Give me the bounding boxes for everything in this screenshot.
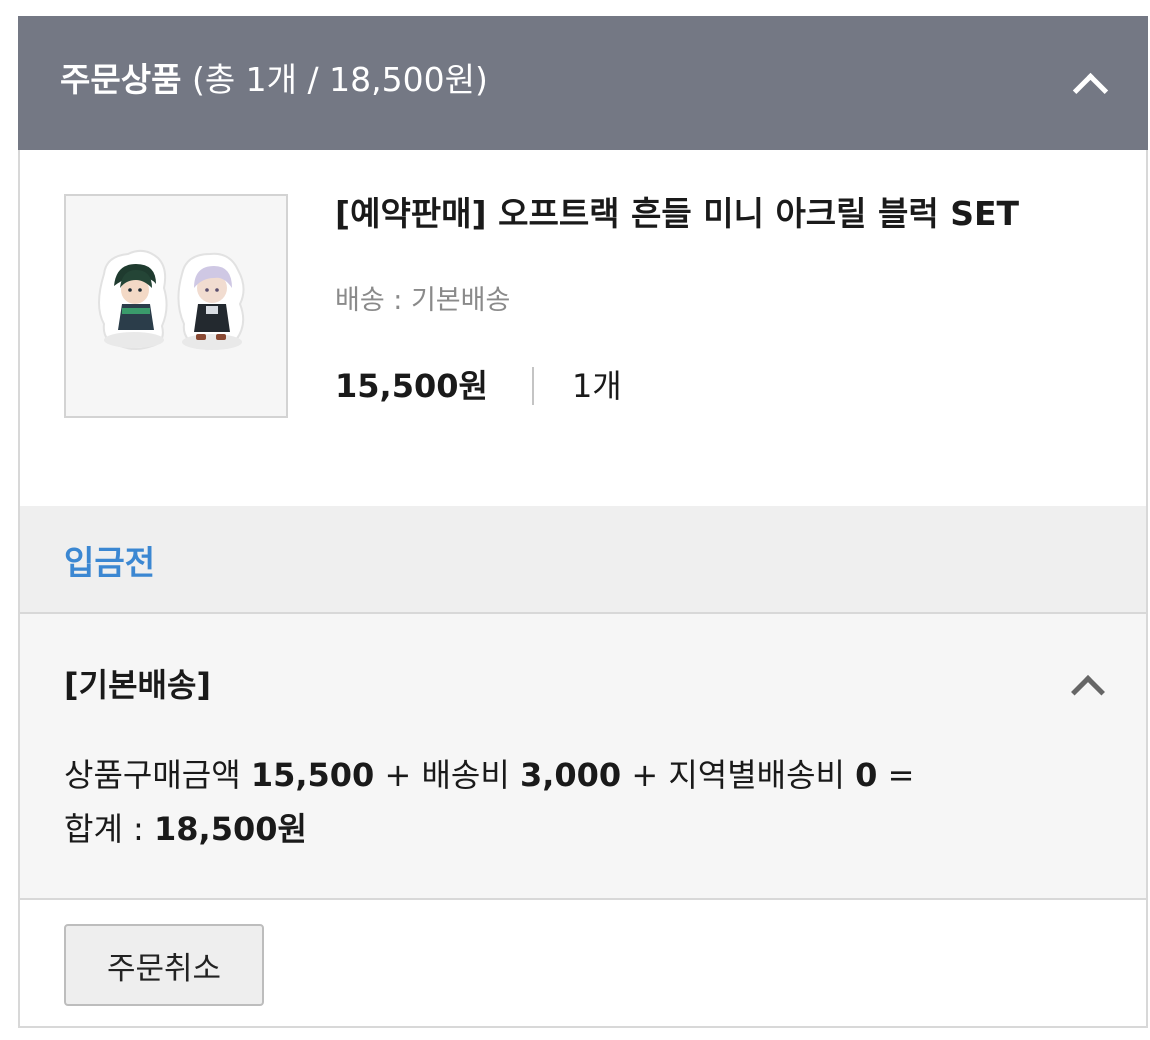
chevron-up-icon [1072, 72, 1109, 109]
collapse-delivery-button[interactable] [1060, 658, 1116, 714]
product-row: [예약판매] 오프트랙 흔들 미니 아크릴 블럭 SET 배송 : 기본배송 1… [20, 150, 1146, 506]
shipping-fee: 3,000 [519, 756, 622, 794]
price-calculation: 상품구매금액 15,500 + 배송비 3,000 + 지역별배송비 0 = 합… [64, 748, 914, 856]
price-quantity-row: 15,500원 1개 [335, 364, 622, 408]
acrylic-block-image [66, 196, 286, 416]
header-title: 주문상품 [60, 60, 182, 99]
order-status-bar: 입금전 [20, 506, 1146, 614]
order-items-panel: 주문상품 (총 1개 / 18,500원) [예약판매] 오프트랙 흔들 미니 … [18, 16, 1148, 1028]
goods-amount-label: 상품구매금액 [64, 756, 241, 794]
shipping-fee-label: 배송비 [421, 756, 510, 794]
total-amount: 18,500원 [154, 810, 307, 848]
shipping-type: 배송 : 기본배송 [335, 285, 511, 316]
regional-fee-label: 지역별배송비 [668, 756, 845, 794]
order-items-header[interactable]: 주문상품 (총 1개 / 18,500원) [18, 16, 1148, 150]
product-price: 15,500원 [335, 367, 488, 405]
cancel-order-button[interactable]: 주문취소 [64, 924, 264, 1006]
product-name[interactable]: [예약판매] 오프트랙 흔들 미니 아크릴 블럭 SET [335, 192, 1019, 236]
goods-amount: 15,500 [250, 756, 375, 794]
product-quantity: 1개 [571, 367, 622, 405]
equals-sign: = [887, 756, 915, 794]
order-items-title: 주문상품 (총 1개 / 18,500원) [60, 58, 488, 102]
plus-sign: + [631, 756, 659, 794]
delivery-group-title: [기본배송] [64, 666, 212, 704]
collapse-order-items-button[interactable] [1062, 56, 1118, 112]
divider [531, 367, 534, 405]
order-status-label: 입금전 [64, 543, 156, 582]
order-actions: 주문취소 [20, 900, 1146, 1026]
regional-fee: 0 [855, 756, 878, 794]
total-label: 합계 : [64, 810, 144, 848]
plus-sign: + [384, 756, 412, 794]
product-thumbnail[interactable] [64, 194, 288, 418]
header-summary: (총 1개 / 18,500원) [191, 60, 488, 99]
chevron-up-icon [1071, 675, 1105, 709]
delivery-summary: [기본배송] 상품구매금액 15,500 + 배송비 3,000 + 지역별배송… [20, 614, 1146, 900]
